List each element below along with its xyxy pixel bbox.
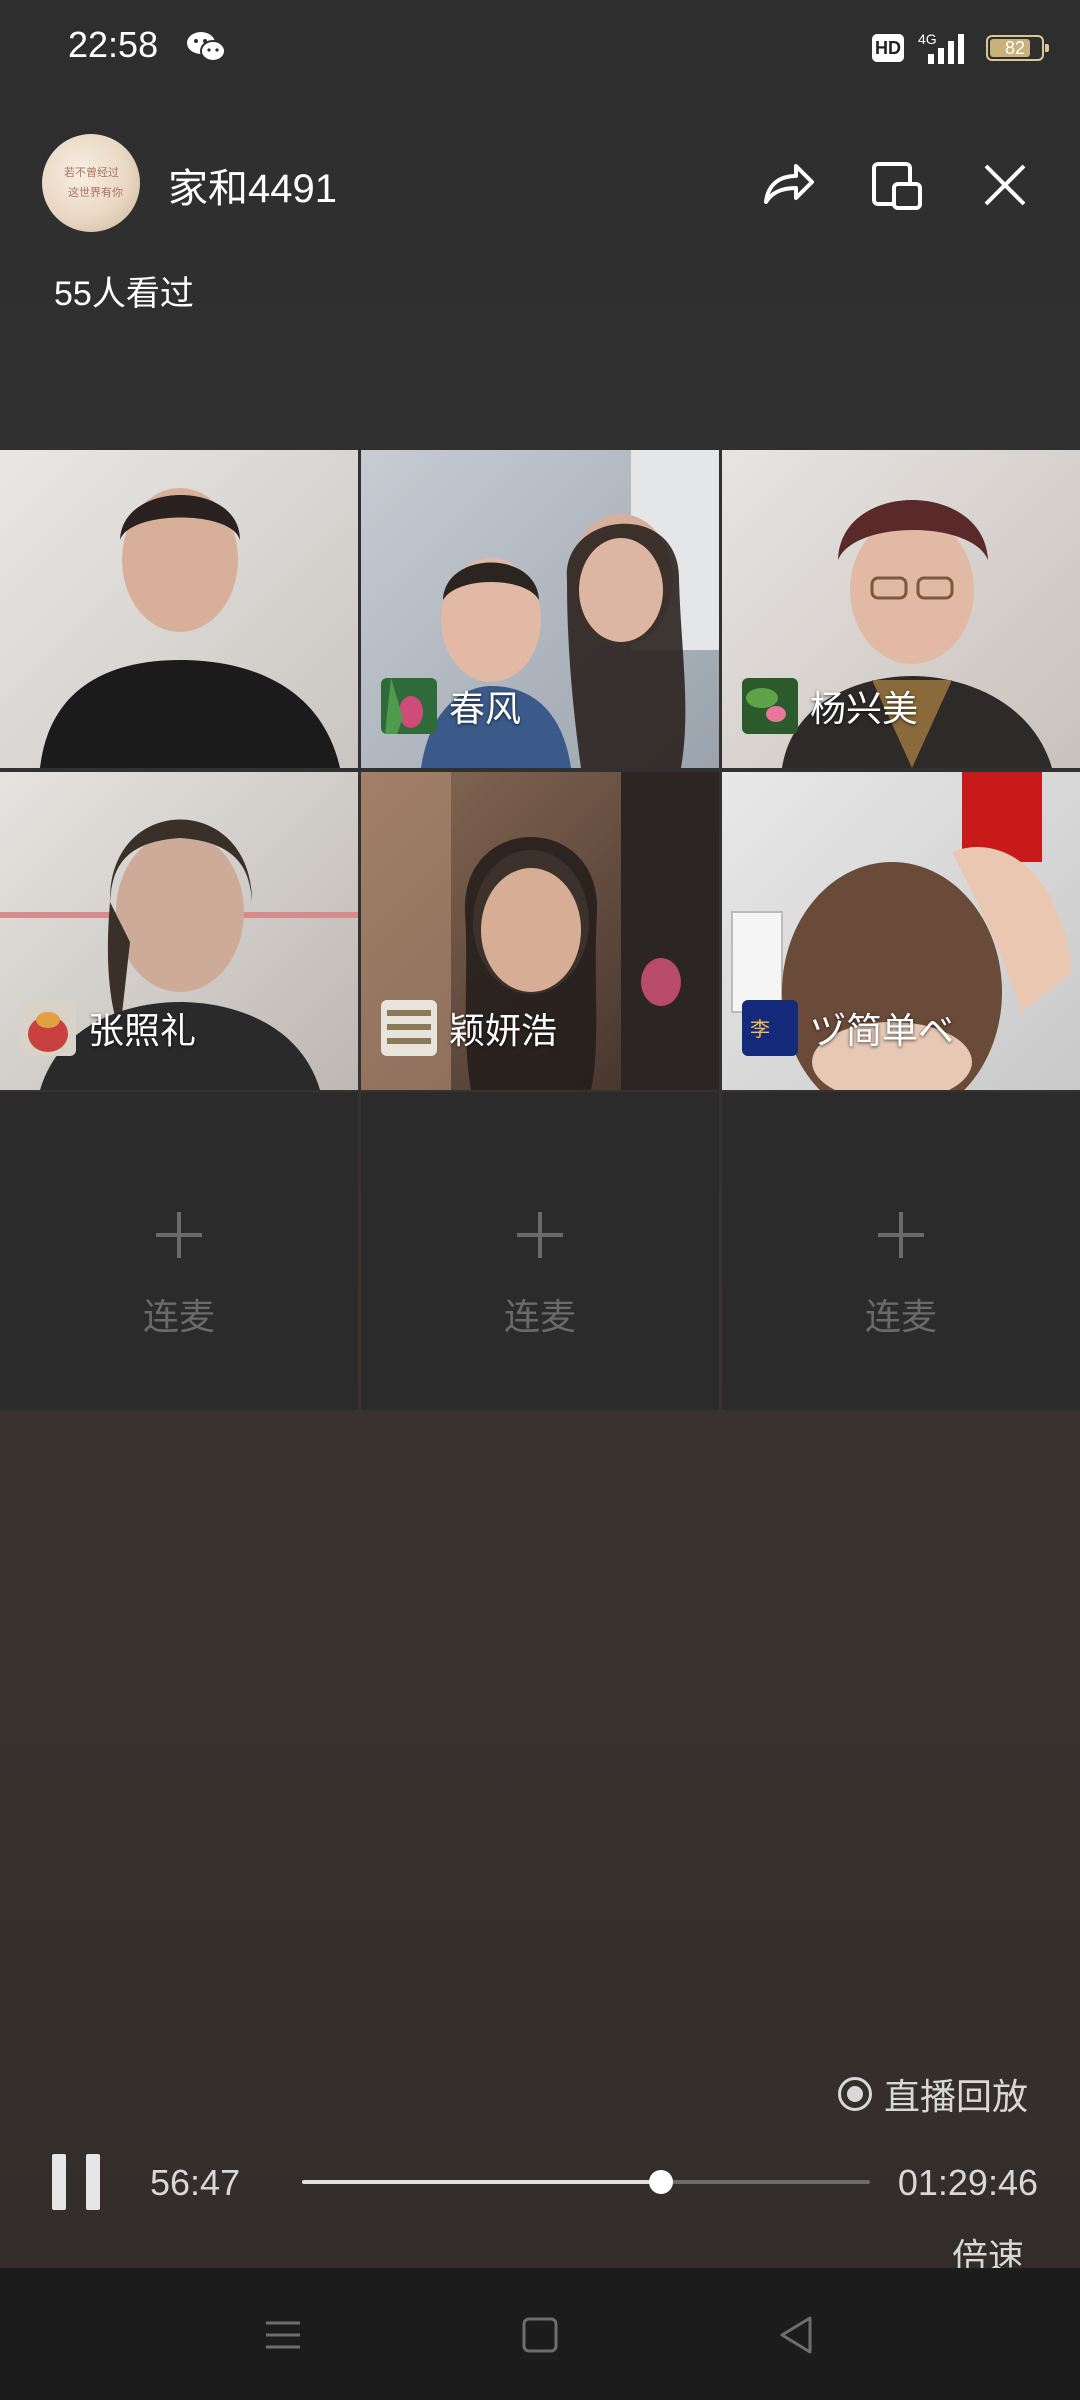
progress-bar[interactable] bbox=[302, 2170, 870, 2194]
participant-label: 张照礼 bbox=[20, 1000, 196, 1056]
video-tile-4[interactable]: 颖妍浩 bbox=[361, 772, 719, 1090]
video-tile-3[interactable]: 张照礼 bbox=[0, 772, 358, 1090]
plus-icon bbox=[517, 1212, 563, 1258]
current-time: 56:47 bbox=[150, 2162, 241, 2203]
host-avatar[interactable]: 若不曾经过 这世界有你 bbox=[42, 134, 140, 232]
network-label: 4G bbox=[918, 31, 937, 47]
participant-avatar bbox=[20, 1000, 76, 1056]
home-icon[interactable] bbox=[515, 2310, 565, 2360]
participant-name: 春风 bbox=[449, 688, 522, 729]
join-mic-label: 连麦 bbox=[503, 1296, 576, 1337]
video-tile-2[interactable]: 杨兴美 bbox=[722, 450, 1080, 768]
join-mic-slot-3[interactable]: 连麦 bbox=[722, 1092, 1080, 1410]
join-mic-label: 连麦 bbox=[142, 1296, 215, 1337]
video-tile-1[interactable]: 春风 bbox=[361, 450, 719, 768]
status-time: 22:58 bbox=[68, 24, 159, 65]
participant-name: 杨兴美 bbox=[810, 688, 919, 729]
video-tile-host[interactable] bbox=[0, 450, 358, 768]
wechat-icon bbox=[187, 32, 226, 62]
participant-avatar bbox=[381, 1000, 437, 1056]
avatar-text-1: 若不曾经过 bbox=[64, 167, 119, 179]
minimize-window-icon[interactable] bbox=[862, 150, 932, 220]
battery-icon: 82 bbox=[986, 35, 1049, 61]
share-icon[interactable] bbox=[752, 150, 822, 220]
join-mic-slot-1[interactable]: 连麦 bbox=[0, 1092, 358, 1410]
host-name[interactable]: 家和4491 bbox=[168, 156, 337, 214]
join-mic-slot-2[interactable]: 连麦 bbox=[361, 1092, 719, 1410]
total-time: 01:29:46 bbox=[897, 2162, 1038, 2203]
signal-icon: 4G bbox=[918, 31, 964, 64]
progress-thumb[interactable] bbox=[648, 2170, 673, 2194]
participant-label: 杨兴美 bbox=[742, 678, 918, 734]
svg-text:李: 李 bbox=[750, 1017, 770, 1041]
participant-label: 颖妍浩 bbox=[381, 1000, 557, 1056]
progress-fill bbox=[302, 2180, 661, 2184]
status-icons: HD 4G 82 bbox=[872, 28, 1049, 68]
video-tile-5[interactable]: 李 ヅ简单ベ bbox=[722, 772, 1080, 1090]
pause-button[interactable] bbox=[48, 2154, 104, 2214]
back-icon[interactable] bbox=[772, 2310, 822, 2360]
live-replay-badge: 直播回放 bbox=[838, 2068, 1028, 2120]
participant-label: 春风 bbox=[381, 678, 521, 734]
participant-name: 张照礼 bbox=[88, 1010, 197, 1051]
participant-avatar bbox=[381, 678, 437, 734]
participant-name: 颖妍浩 bbox=[449, 1010, 558, 1051]
status-bar: 22:58 HD 4G 82 bbox=[0, 0, 1080, 96]
plus-icon bbox=[156, 1212, 202, 1258]
join-mic-label: 连麦 bbox=[864, 1296, 937, 1337]
hd-badge: HD bbox=[872, 34, 904, 62]
menu-icon[interactable] bbox=[258, 2310, 308, 2360]
participant-avatar bbox=[742, 678, 798, 734]
replay-label: 直播回放 bbox=[884, 2076, 1029, 2117]
replay-icon bbox=[838, 2077, 872, 2111]
participant-label: 李 ヅ简单ベ bbox=[742, 1000, 954, 1056]
plus-icon bbox=[878, 1212, 924, 1258]
close-icon[interactable] bbox=[970, 150, 1040, 220]
system-nav-bar bbox=[0, 2268, 1080, 2400]
viewer-count: 55人看过 bbox=[54, 275, 194, 313]
participant-name: ヅ简单ベ bbox=[810, 1010, 955, 1051]
avatar-text-2: 这世界有你 bbox=[68, 187, 123, 199]
host-bar: 若不曾经过 这世界有你 家和4491 bbox=[0, 130, 1080, 240]
participant-grid: 春风 杨兴美 张照礼 颖妍浩 李 ヅ简单ベ 连麦 连麦 连麦 bbox=[0, 450, 1080, 1410]
battery-level: 82 bbox=[1004, 38, 1026, 58]
participant-avatar: 李 bbox=[742, 1000, 798, 1056]
